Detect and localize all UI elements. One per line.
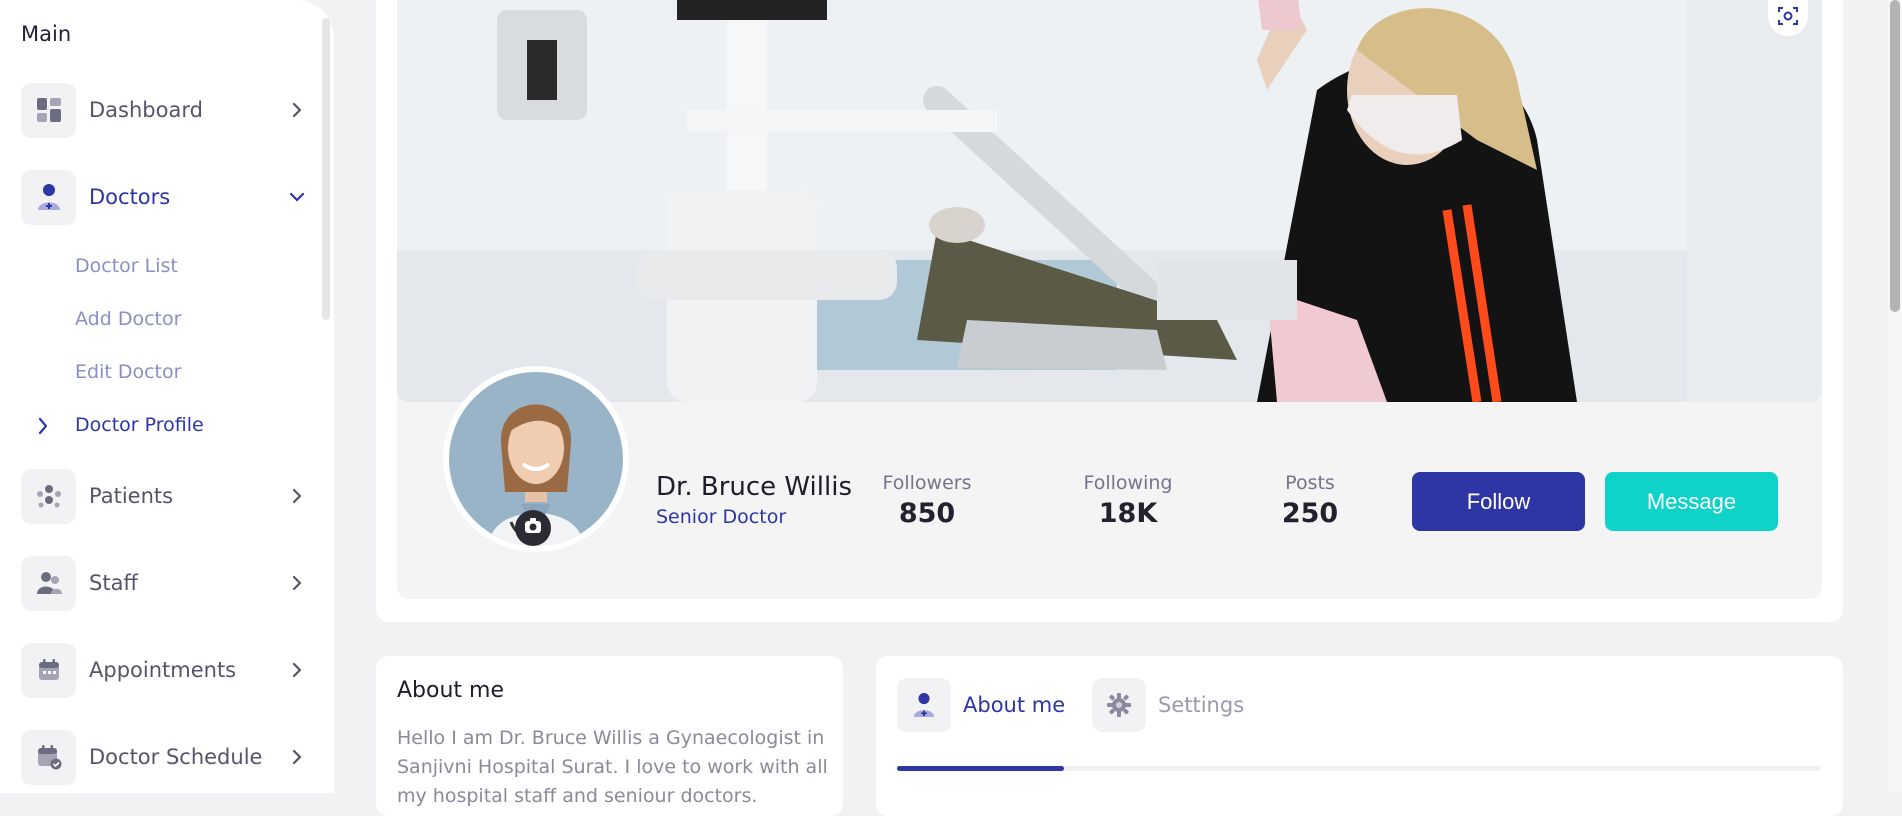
doctor-icon [897,678,951,732]
tab-label: Settings [1158,693,1245,717]
sidebar-item-patients[interactable]: Patients [21,468,311,524]
stat-label: Followers [882,472,972,494]
cover-image [397,0,1822,402]
schedule-icon [21,729,76,785]
sidebar-item-label: Staff [89,571,138,595]
tab-settings[interactable]: Settings [1092,678,1244,732]
sidebar-item-doctors[interactable]: Doctors [21,169,311,225]
chevron-right-icon [36,415,50,441]
chevron-right-icon [283,96,311,124]
dashboard-icon [21,82,76,138]
stat-label: Following [1083,472,1173,494]
chevron-right-icon [283,656,311,684]
tab-label: About me [963,693,1066,717]
stat-followers: Followers 850 [882,472,972,529]
sidebar-item-appointments[interactable]: Appointments [21,642,311,698]
staff-icon [21,555,76,611]
submenu-doctor-list[interactable]: Doctor List [75,255,178,277]
sidebar-item-staff[interactable]: Staff [21,555,311,611]
tab-about-me[interactable]: About me [897,678,1065,732]
tab-active-indicator [897,766,1064,771]
submenu-doctor-profile[interactable]: Doctor Profile [75,414,204,436]
submenu-edit-doctor[interactable]: Edit Doctor [75,361,181,383]
sidebar-item-dashboard[interactable]: Dashboard [21,82,311,138]
sidebar-section-title: Main [21,22,72,46]
sidebar-item-label: Doctor Schedule [89,745,263,769]
about-title: About me [397,678,505,703]
page-scrollbar-thumb[interactable] [1890,0,1900,312]
stat-following: Following 18K [1081,472,1175,529]
stat-value: 850 [898,498,956,529]
sidebar-item-label: Appointments [89,658,237,682]
camera-scan-icon [1777,5,1799,31]
doctor-icon [21,169,76,225]
about-text: Hello I am Dr. Bruce Willis a Gynaecolog… [397,727,828,807]
stat-label: Posts [1285,472,1335,494]
stat-posts: Posts 250 [1280,472,1340,529]
gear-icon [1092,678,1146,732]
sidebar-scrollbar[interactable] [322,18,330,320]
patients-icon [21,468,76,524]
doctor-name: Dr. Bruce Willis [656,472,852,502]
chevron-right-icon [283,569,311,597]
submenu-add-doctor[interactable]: Add Doctor [75,308,181,330]
message-button[interactable]: Message [1605,472,1778,531]
sidebar-item-doctor-schedule[interactable]: Doctor Schedule [21,729,311,785]
camera-icon [523,516,543,540]
chevron-right-icon [283,482,311,510]
follow-button[interactable]: Follow [1412,472,1585,531]
calendar-icon [21,642,76,698]
stat-value: 250 [1281,498,1339,529]
chevron-down-icon [283,183,311,211]
sidebar-item-label: Dashboard [89,98,203,122]
doctor-role: Senior Doctor [656,506,787,528]
sidebar-item-label: Patients [89,484,174,508]
chevron-right-icon [283,743,311,771]
stat-value: 18K [1098,498,1158,529]
change-avatar-button[interactable] [515,510,551,546]
sidebar-item-label: Doctors [89,185,171,209]
